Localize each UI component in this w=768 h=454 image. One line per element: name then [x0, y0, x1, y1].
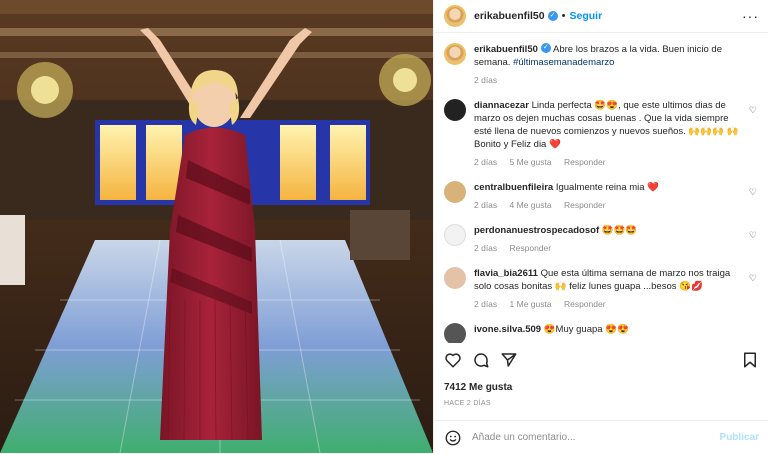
caption-username[interactable]: erikabuenfil50	[474, 44, 538, 55]
comment-item: flavia_bia2611 Que esta última semana de…	[444, 267, 759, 311]
publish-button[interactable]: Publicar	[720, 432, 759, 443]
caption-time: 2 días	[474, 75, 498, 85]
post-header: erikabuenfil50 • Seguir ···	[434, 0, 768, 33]
comment-bubble-icon[interactable]	[472, 351, 490, 369]
comment-item: centralbuenfileira Igualmente reina mia …	[444, 181, 759, 212]
commenter-avatar[interactable]	[444, 181, 466, 203]
comment-username[interactable]: flavia_bia2611	[474, 268, 538, 279]
author-username[interactable]: erikabuenfil50	[474, 10, 545, 22]
like-comment-icon[interactable]: ♡	[749, 187, 757, 198]
comment-item: perdonanuestrospecadosof 🤩🤩🤩 2 días Resp…	[444, 224, 759, 255]
comment-time: 2 días	[474, 299, 498, 309]
comment-likes[interactable]: 1 Me gusta	[510, 299, 552, 309]
instagram-post-view: erikabuenfil50 • Seguir ··· erikabuenfil…	[0, 0, 768, 453]
post-photo[interactable]	[0, 0, 433, 453]
comment-item: ivone.silva.509 😍Muy guapa 😍😍	[444, 323, 759, 343]
like-comment-icon[interactable]: ♡	[749, 105, 757, 116]
post-side-panel: erikabuenfil50 • Seguir ··· erikabuenfil…	[433, 0, 768, 453]
comment-text: Igualmente reina mia ❤️	[555, 182, 660, 193]
post-timestamp: HACE 2 DÍAS	[444, 400, 491, 407]
author-avatar[interactable]	[444, 5, 466, 27]
save-bookmark-icon[interactable]	[741, 351, 759, 369]
comment-time: 2 días	[474, 243, 498, 253]
post-actions	[444, 350, 759, 370]
like-comment-icon[interactable]: ♡	[749, 230, 757, 241]
comment-username[interactable]: perdonanuestrospecadosof	[474, 225, 599, 236]
post-image	[0, 0, 433, 453]
comment-username[interactable]: centralbuenfileira	[474, 182, 553, 193]
commenter-avatar[interactable]	[444, 323, 466, 343]
more-options-icon[interactable]: ···	[742, 8, 759, 24]
separator-dot: •	[561, 10, 566, 22]
commenter-avatar[interactable]	[444, 99, 466, 121]
reply-button[interactable]: Responder	[564, 299, 606, 309]
reply-button[interactable]: Responder	[564, 200, 606, 210]
verified-badge-icon	[540, 43, 551, 53]
commenter-avatar[interactable]	[444, 267, 466, 289]
commenter-avatar[interactable]	[444, 224, 466, 246]
add-comment-bar: Añade un comentario... Publicar	[434, 420, 768, 454]
comment-likes[interactable]: 5 Me gusta	[510, 157, 552, 167]
comment-text: 🤩🤩🤩	[601, 225, 638, 236]
caption: erikabuenfil50 Abre los brazos a la vida…	[444, 43, 759, 87]
caption-meta: 2 días	[474, 74, 744, 87]
comment-text: 😍Muy guapa 😍😍	[543, 324, 629, 335]
comment-time: 2 días	[474, 200, 498, 210]
comment-time: 2 días	[474, 157, 498, 167]
likes-count[interactable]: 7412 Me gusta	[444, 382, 512, 393]
comment-username[interactable]: ivone.silva.509	[474, 324, 541, 335]
follow-button[interactable]: Seguir	[569, 10, 602, 22]
emoji-smiley-icon[interactable]	[444, 429, 462, 447]
reply-button[interactable]: Responder	[510, 243, 552, 253]
comments-list[interactable]: erikabuenfil50 Abre los brazos a la vida…	[434, 33, 768, 343]
comment-username[interactable]: diannacezar	[474, 100, 529, 111]
like-heart-icon[interactable]	[444, 351, 462, 369]
share-send-icon[interactable]	[500, 351, 518, 369]
comment-item: diannacezar Linda perfecta 🤩😍, que este …	[444, 99, 759, 169]
like-comment-icon[interactable]: ♡	[749, 273, 757, 284]
caption-hashtag[interactable]: #últimasemanademarzo	[513, 57, 614, 68]
author-avatar[interactable]	[444, 43, 466, 65]
reply-button[interactable]: Responder	[564, 157, 606, 167]
verified-badge-icon	[547, 11, 558, 21]
comment-likes[interactable]: 4 Me gusta	[510, 200, 552, 210]
comment-input[interactable]: Añade un comentario...	[472, 432, 575, 443]
